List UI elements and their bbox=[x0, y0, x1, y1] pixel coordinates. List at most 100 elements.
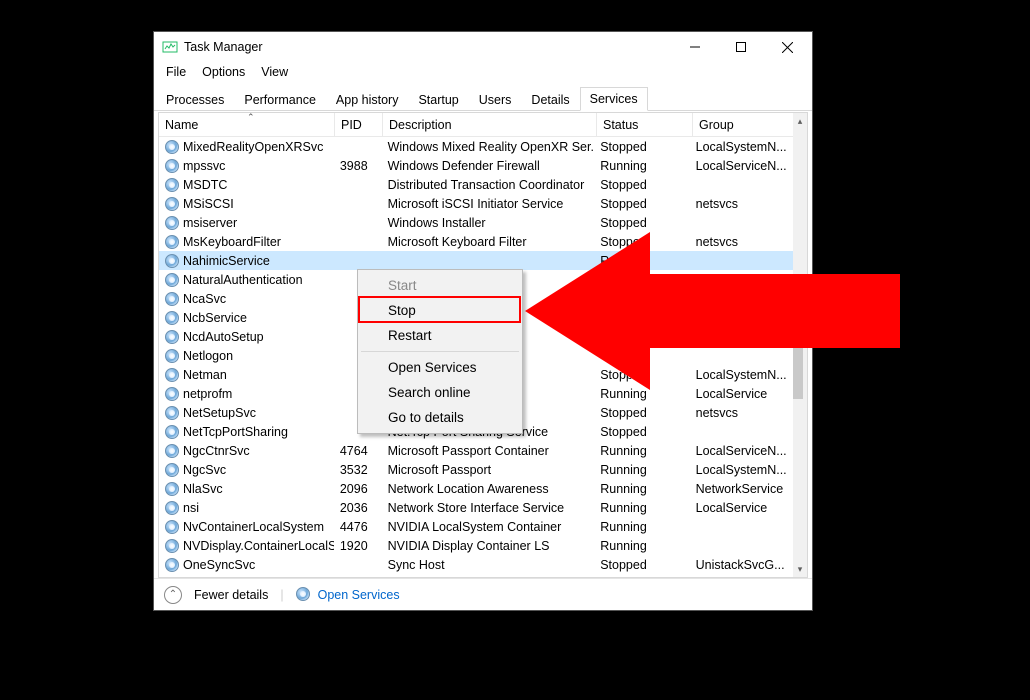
services-icon bbox=[296, 587, 312, 603]
table-row[interactable]: NgcCtnrSvc4764Microsoft Passport Contain… bbox=[159, 441, 793, 460]
cell-status: Stopped bbox=[594, 232, 689, 251]
menu-item-open-services[interactable]: Open Services bbox=[360, 355, 520, 380]
cell-group: LocalSystemN... bbox=[690, 365, 793, 384]
menu-options[interactable]: Options bbox=[194, 64, 253, 80]
cell-description: Sync Host bbox=[382, 555, 595, 574]
cell-description: Network Store Interface Service bbox=[382, 498, 595, 517]
tab-app-history[interactable]: App history bbox=[326, 88, 409, 111]
tab-users[interactable]: Users bbox=[469, 88, 522, 111]
cell-pid bbox=[334, 232, 382, 251]
cell-pid: 4476 bbox=[334, 517, 382, 536]
cell-status bbox=[594, 270, 689, 289]
table-row[interactable]: mpssvc3988Windows Defender FirewallRunni… bbox=[159, 156, 793, 175]
table-row[interactable]: NahimicServiceR bbox=[159, 251, 793, 270]
cell-status: Stopped bbox=[594, 194, 689, 213]
table-row[interactable]: msiserverWindows InstallerStopped bbox=[159, 213, 793, 232]
menu-item-search-online[interactable]: Search online bbox=[360, 380, 520, 405]
col-group[interactable]: Group bbox=[693, 113, 797, 136]
table-row[interactable]: NVDisplay.ContainerLocalS...1920NVIDIA D… bbox=[159, 536, 793, 555]
cell-pid bbox=[334, 213, 382, 232]
cell-description: Microsoft iSCSI Initiator Service bbox=[382, 194, 595, 213]
cell-pid bbox=[334, 194, 382, 213]
cell-status bbox=[594, 308, 689, 327]
col-description[interactable]: Description bbox=[383, 113, 597, 136]
col-status[interactable]: Status bbox=[597, 113, 693, 136]
cell-description: Network Location Awareness bbox=[382, 479, 595, 498]
tab-startup[interactable]: Startup bbox=[408, 88, 468, 111]
cell-pid: 1920 bbox=[334, 536, 382, 555]
menu-item-go-to-details[interactable]: Go to details bbox=[360, 405, 520, 430]
open-services-link[interactable]: Open Services bbox=[318, 588, 400, 602]
maximize-button[interactable] bbox=[718, 32, 764, 62]
cell-group: netsvcs bbox=[690, 232, 793, 251]
table-row[interactable]: MSDTCDistributed Transaction Coordinator… bbox=[159, 175, 793, 194]
cell-name: NVDisplay.ContainerLocalS... bbox=[183, 539, 334, 553]
minimize-button[interactable] bbox=[672, 32, 718, 62]
tab-services[interactable]: Services bbox=[580, 87, 648, 111]
cell-description: Windows Mixed Reality OpenXR Ser... bbox=[382, 137, 595, 156]
cell-description: NVIDIA Display Container LS bbox=[382, 536, 595, 555]
menu-file[interactable]: File bbox=[158, 64, 194, 80]
cell-description: Microsoft Passport bbox=[382, 460, 595, 479]
cell-status: Running bbox=[594, 536, 689, 555]
cell-name: nsi bbox=[183, 501, 199, 515]
cell-group bbox=[690, 536, 793, 555]
cell-pid bbox=[334, 251, 382, 270]
cell-name: NgcCtnrSvc bbox=[183, 444, 250, 458]
scroll-up-button[interactable]: ▴ bbox=[793, 113, 807, 129]
cell-group: NetworkService bbox=[690, 479, 793, 498]
vertical-scrollbar[interactable]: ▴ ▾ bbox=[793, 113, 807, 577]
cell-group: LocalService bbox=[690, 498, 793, 517]
scroll-thumb[interactable] bbox=[793, 309, 803, 399]
cell-name: MSDTC bbox=[183, 178, 227, 192]
cell-status bbox=[594, 289, 689, 308]
cell-status: Running bbox=[594, 479, 689, 498]
cell-group: LocalService bbox=[690, 384, 793, 403]
col-pid[interactable]: PID bbox=[335, 113, 383, 136]
table-row[interactable]: MixedRealityOpenXRSvcWindows Mixed Reali… bbox=[159, 137, 793, 156]
table-row[interactable]: NvContainerLocalSystem4476NVIDIA LocalSy… bbox=[159, 517, 793, 536]
cell-name: OneSyncSvc bbox=[183, 558, 255, 572]
cell-group bbox=[690, 251, 793, 270]
cell-group bbox=[690, 346, 793, 365]
cell-group: LocalServiceN... bbox=[690, 441, 793, 460]
table-row[interactable]: NgcSvc3532Microsoft PassportRunningLocal… bbox=[159, 460, 793, 479]
cell-name: MsKeyboardFilter bbox=[183, 235, 281, 249]
fewer-details-icon[interactable]: ⌃ bbox=[164, 586, 182, 604]
table-row[interactable]: MSiSCSIMicrosoft iSCSI Initiator Service… bbox=[159, 194, 793, 213]
tab-processes[interactable]: Processes bbox=[156, 88, 234, 111]
cell-pid bbox=[334, 137, 382, 156]
cell-description: Windows Defender Firewall bbox=[382, 156, 595, 175]
scroll-down-button[interactable]: ▾ bbox=[793, 561, 807, 577]
cell-name: mpssvc bbox=[183, 159, 225, 173]
cell-name: NcbService bbox=[183, 311, 247, 325]
menu-item-start[interactable]: Start bbox=[360, 273, 520, 298]
tab-performance[interactable]: Performance bbox=[234, 88, 326, 111]
cell-status: Running bbox=[594, 384, 689, 403]
cell-group: UnistackSvcG... bbox=[690, 555, 793, 574]
titlebar[interactable]: Task Manager bbox=[154, 32, 812, 62]
menu-item-stop[interactable]: Stop bbox=[360, 298, 520, 323]
cell-status: Ru bbox=[594, 327, 689, 346]
cell-status: Stopped bbox=[594, 213, 689, 232]
table-row[interactable]: OneSyncSvcSync HostStoppedUnistackSvcG..… bbox=[159, 555, 793, 574]
fewer-details-link[interactable]: Fewer details bbox=[194, 588, 268, 602]
cell-group: netsvcs bbox=[690, 194, 793, 213]
cell-group: LocalSystemN... bbox=[690, 460, 793, 479]
footer: ⌃ Fewer details | Open Services bbox=[154, 578, 812, 610]
table-row[interactable]: MsKeyboardFilterMicrosoft Keyboard Filte… bbox=[159, 232, 793, 251]
cell-description: Windows Installer bbox=[382, 213, 595, 232]
menu-item-restart[interactable]: Restart bbox=[360, 323, 520, 348]
menu-view[interactable]: View bbox=[253, 64, 296, 80]
cell-name: NlaSvc bbox=[183, 482, 223, 496]
cell-group: LocalServiceN... bbox=[690, 156, 793, 175]
cell-description: NVIDIA LocalSystem Container bbox=[382, 517, 595, 536]
cell-status: Stopped bbox=[594, 403, 689, 422]
table-row[interactable]: nsi2036Network Store Interface ServiceRu… bbox=[159, 498, 793, 517]
tab-details[interactable]: Details bbox=[521, 88, 579, 111]
close-button[interactable] bbox=[764, 32, 810, 62]
cell-pid: 3988 bbox=[334, 156, 382, 175]
cell-name: NetTcpPortSharing bbox=[183, 425, 288, 439]
table-row[interactable]: NlaSvc2096Network Location AwarenessRunn… bbox=[159, 479, 793, 498]
cell-group: LocalSystemN... bbox=[690, 137, 793, 156]
